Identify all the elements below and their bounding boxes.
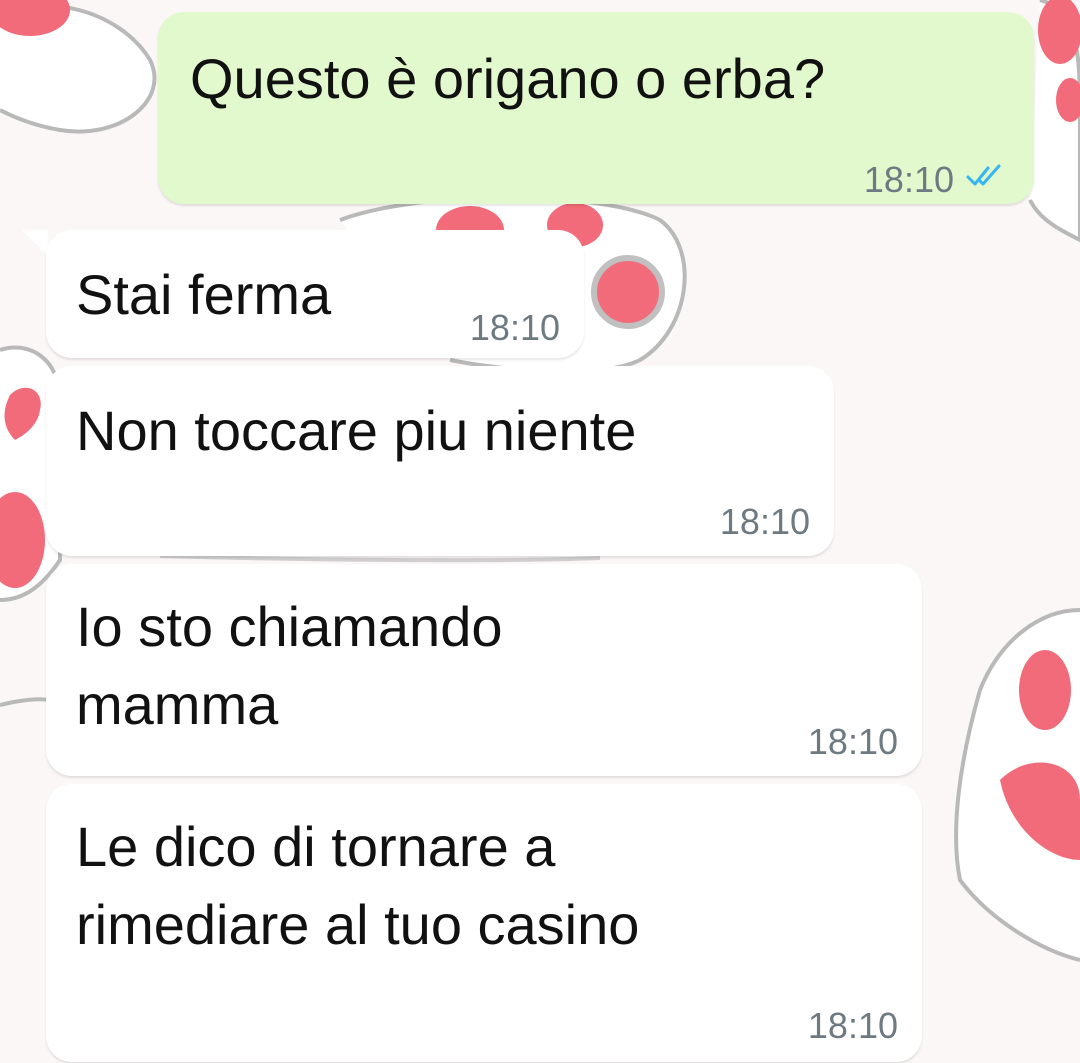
outgoing-message-bubble[interactable]: Questo è origano o erba? 18:10 (158, 12, 1034, 204)
incoming-message-bubble[interactable]: Io sto chiamando mamma 18:10 (46, 564, 922, 776)
message-text: Questo è origano o erba? (190, 47, 826, 110)
double-check-read-icon (966, 164, 1001, 186)
message-timestamp: 18:10 (807, 1005, 898, 1046)
message-text: Io sto chiamando mamma (76, 595, 503, 736)
message-text: Le dico di tornare a rimediare al tuo ca… (76, 815, 640, 956)
message-timestamp: 18:10 (719, 501, 810, 542)
incoming-bubble-tail (22, 230, 48, 256)
message-text: Non toccare piu niente (76, 399, 637, 462)
message-timestamp: 18:10 (863, 159, 954, 200)
incoming-message-bubble[interactable]: Le dico di tornare a rimediare al tuo ca… (46, 784, 922, 1062)
message-text: Stai ferma (76, 263, 332, 326)
incoming-message-bubble[interactable]: Stai ferma 18:10 (46, 230, 584, 358)
chat-message-list[interactable]: Questo è origano o erba? 18:10 Stai ferm… (0, 0, 1080, 1063)
message-timestamp: 18:10 (807, 721, 898, 762)
message-timestamp: 18:10 (469, 307, 560, 348)
incoming-message-bubble[interactable]: Non toccare piu niente 18:10 (46, 366, 834, 556)
